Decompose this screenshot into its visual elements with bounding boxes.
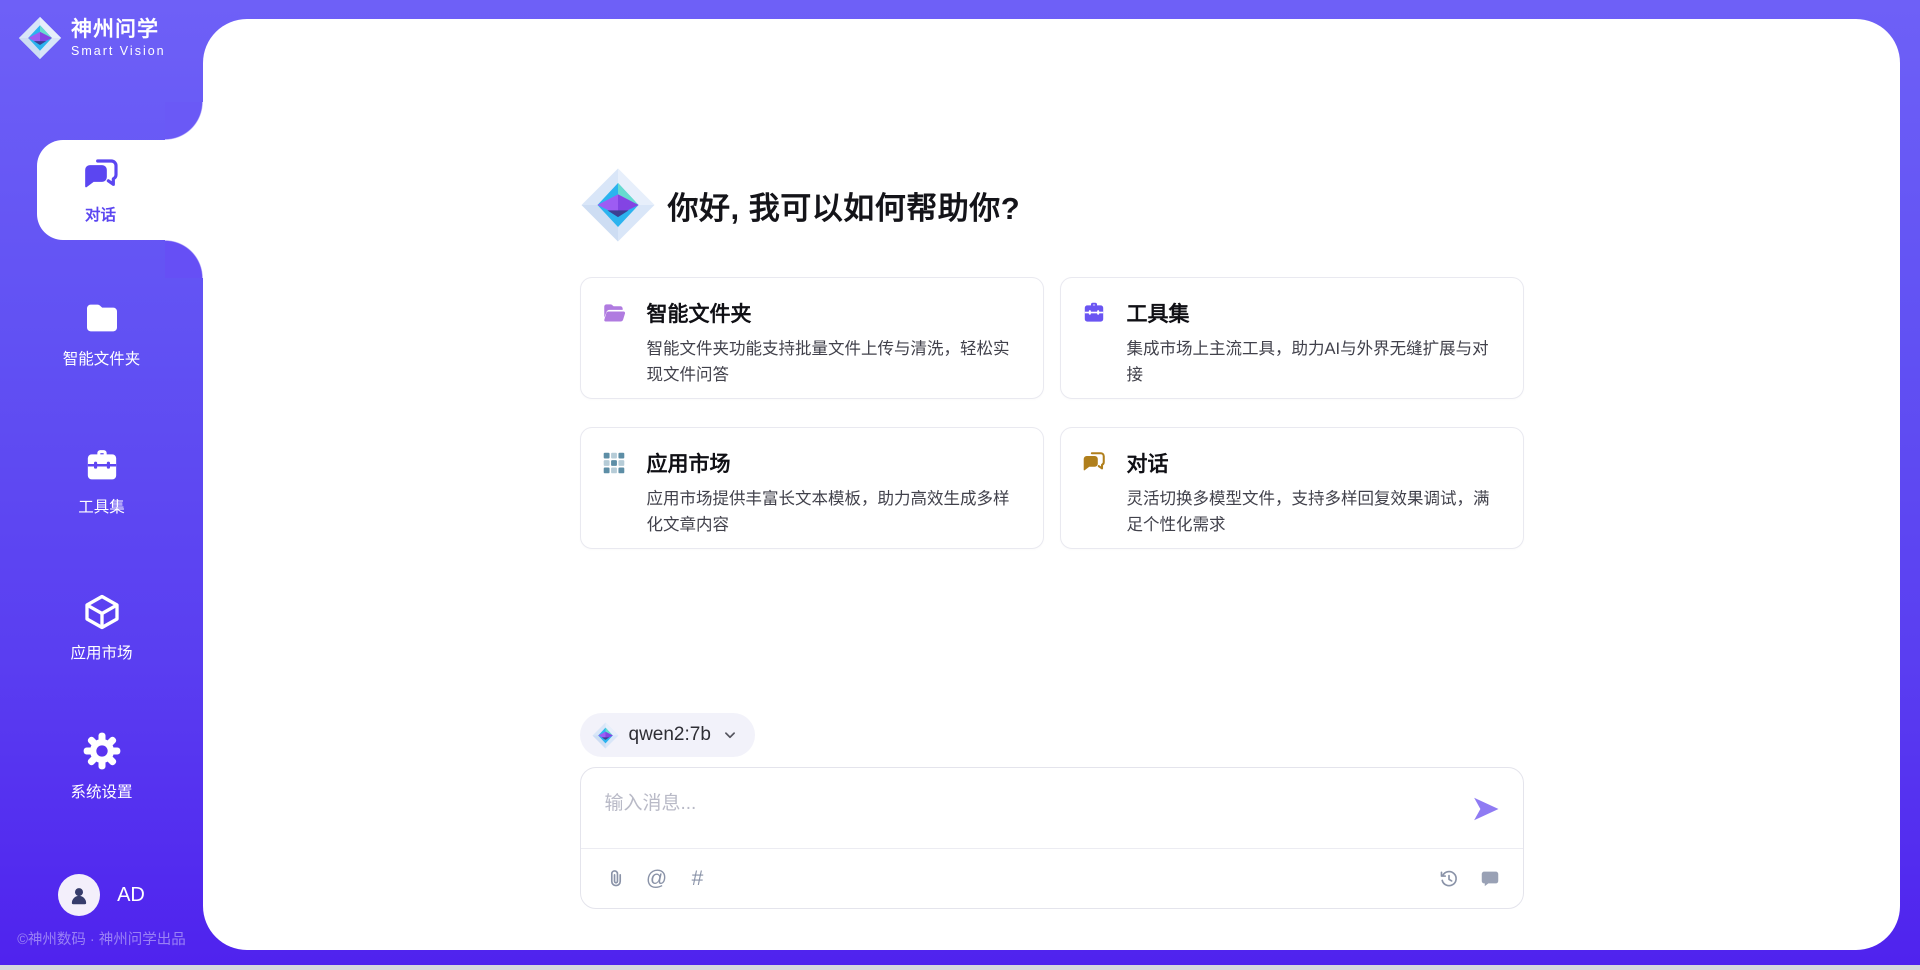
- logo-diamond-icon: [592, 722, 619, 749]
- cube-icon: [82, 592, 122, 632]
- folder-icon: [82, 298, 122, 338]
- card-description: 灵活切换多模型文件，支持多样回复效果调试，满足个性化需求: [1127, 487, 1501, 538]
- greeting-text: 你好, 我可以如何帮助你?: [668, 183, 1021, 228]
- card-title: 工具集: [1127, 298, 1190, 328]
- user-row[interactable]: AD: [0, 873, 203, 917]
- briefcase-icon: [1081, 300, 1107, 326]
- sidebar-item-smart-folder[interactable]: 智能文件夹: [0, 298, 203, 394]
- card-chat[interactable]: 对话 灵活切换多模型文件，支持多样回复效果调试，满足个性化需求: [1060, 427, 1524, 549]
- welcome-header: 你好, 我可以如何帮助你?: [580, 159, 1524, 251]
- person-icon: [66, 882, 92, 908]
- brand: 神州问学 Smart Vision: [18, 16, 166, 60]
- composer: @ #: [580, 767, 1524, 909]
- paperclip-icon: [605, 868, 627, 890]
- brand-logo-icon: [18, 16, 62, 60]
- card-app-market[interactable]: 应用市场 应用市场提供丰富长文本模板，助力高效生成多样化文章内容: [580, 427, 1044, 549]
- sidebar-item-label: 工具集: [78, 495, 125, 517]
- sidebar-item-toolset[interactable]: 工具集: [0, 446, 203, 542]
- history-icon: [1438, 868, 1460, 890]
- hash-icon[interactable]: #: [685, 866, 711, 892]
- chat-bubble-button[interactable]: [1477, 866, 1503, 892]
- sidebar-item-label: 智能文件夹: [63, 347, 141, 369]
- chat-bubble-icon: [1479, 868, 1501, 890]
- message-input[interactable]: [581, 768, 1523, 847]
- card-title: 应用市场: [647, 448, 731, 478]
- toolbar-left: @ #: [603, 866, 711, 892]
- main-panel: 你好, 我可以如何帮助你? 智能文件夹 智能文件夹功能支持批量文件上传与清洗，轻…: [203, 19, 1900, 950]
- horizontal-scrollbar[interactable]: [0, 965, 1920, 970]
- brand-text: 神州问学 Smart Vision: [71, 18, 166, 58]
- card-title: 对话: [1127, 448, 1169, 478]
- sidebar-item-label: 对话: [85, 203, 116, 225]
- briefcase-icon: [82, 446, 122, 486]
- gear-icon: [82, 731, 122, 771]
- history-button[interactable]: [1436, 866, 1462, 892]
- main-content: 你好, 我可以如何帮助你? 智能文件夹 智能文件夹功能支持批量文件上传与清洗，轻…: [580, 159, 1524, 909]
- folder-open-icon: [601, 300, 627, 326]
- chevron-down-icon: [721, 726, 739, 744]
- logo-diamond-icon: [580, 167, 656, 243]
- card-toolset[interactable]: 工具集 集成市场上主流工具，助力AI与外界无缝扩展与对接: [1060, 277, 1524, 399]
- model-selector[interactable]: qwen2:7b: [580, 713, 755, 757]
- chat-icon: [81, 156, 121, 196]
- brand-subtitle: Smart Vision: [71, 44, 166, 58]
- sidebar-item-label: 系统设置: [70, 780, 132, 802]
- user-initials: AD: [117, 884, 145, 907]
- card-title: 智能文件夹: [647, 298, 752, 328]
- at-icon[interactable]: @: [644, 866, 670, 892]
- sidebar-item-settings[interactable]: 系统设置: [0, 731, 203, 827]
- send-icon: [1471, 794, 1501, 824]
- card-head: 应用市场: [601, 448, 1021, 478]
- attach-file-button[interactable]: [603, 866, 629, 892]
- sidebar-item-chat[interactable]: 对话: [37, 140, 203, 240]
- card-description: 智能文件夹功能支持批量文件上传与清洗，轻松实现文件问答: [647, 337, 1021, 388]
- sidebar-item-chat-inner: 对话: [37, 140, 164, 240]
- shortcut-cards: 智能文件夹 智能文件夹功能支持批量文件上传与清洗，轻松实现文件问答 工具集 集成…: [580, 277, 1524, 549]
- grid-icon: [601, 450, 627, 476]
- sidebar: 神州问学 Smart Vision 对话 智能文件夹 工具集: [0, 0, 203, 970]
- card-head: 智能文件夹: [601, 298, 1021, 328]
- sidebar-item-app-market[interactable]: 应用市场: [0, 592, 203, 688]
- chat-icon: [1081, 450, 1107, 476]
- card-head: 对话: [1081, 448, 1501, 478]
- card-head: 工具集: [1081, 298, 1501, 328]
- send-button[interactable]: [1469, 792, 1503, 826]
- brand-title: 神州问学: [71, 18, 166, 42]
- card-description: 集成市场上主流工具，助力AI与外界无缝扩展与对接: [1127, 337, 1501, 388]
- sidebar-footer: ©神州数码 · 神州问学出品: [0, 928, 203, 949]
- sidebar-item-label: 应用市场: [70, 641, 132, 663]
- card-description: 应用市场提供丰富长文本模板，助力高效生成多样化文章内容: [647, 487, 1021, 538]
- card-smart-folder[interactable]: 智能文件夹 智能文件夹功能支持批量文件上传与清洗，轻松实现文件问答: [580, 277, 1044, 399]
- composer-toolbar: @ #: [581, 849, 1523, 908]
- model-name: qwen2:7b: [629, 724, 711, 746]
- avatar: [58, 874, 100, 916]
- toolbar-right: [1436, 866, 1503, 892]
